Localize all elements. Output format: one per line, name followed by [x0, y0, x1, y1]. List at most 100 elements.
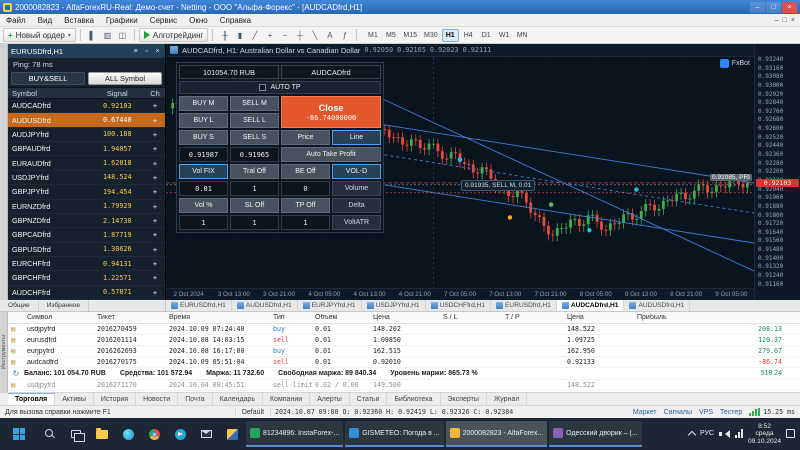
- market-row[interactable]: GBPCHFfrd 1.22571 +: [8, 271, 165, 286]
- auto-take-profit-button[interactable]: Auto Take Profit: [281, 147, 381, 162]
- symbol-column-header[interactable]: Symbol: [8, 89, 90, 98]
- position-row[interactable]: eurusdfrd 2016261114 2024.10.08 14:03:15 se…: [8, 335, 800, 346]
- add-symbol-button[interactable]: +: [145, 259, 165, 268]
- add-symbol-button[interactable]: +: [145, 101, 165, 110]
- metatrader-icon[interactable]: [220, 421, 244, 447]
- child-restore-button[interactable]: □: [783, 17, 787, 24]
- network-icon[interactable]: [734, 429, 743, 439]
- market-row[interactable]: EURCHFfrd 0.94131 +: [8, 257, 165, 272]
- bottom-tab-Библиотека[interactable]: Библиотека: [387, 393, 441, 405]
- timeframe-M1[interactable]: M1: [364, 29, 381, 42]
- be-input[interactable]: 0: [281, 181, 330, 196]
- menu-item-Файл[interactable]: Файл: [0, 16, 32, 25]
- navigator-tab-Избранное[interactable]: Избранное: [39, 300, 90, 311]
- chart-tab[interactable]: AUDCADfrd,H1: [556, 300, 625, 311]
- sell-s-button[interactable]: SELL S: [230, 130, 279, 145]
- profile-selector[interactable]: Default: [234, 408, 272, 416]
- timeframe-M5[interactable]: M5: [382, 29, 399, 42]
- bar-chart-icon[interactable]: ╫: [217, 28, 232, 42]
- sl-input[interactable]: 1: [230, 215, 279, 230]
- taskbar-chip[interactable]: 2000082823 - AlfaForex...: [445, 421, 548, 447]
- chart-tab[interactable]: EURUSDfrd,H1: [166, 300, 232, 311]
- timeframe-H4[interactable]: H4: [460, 29, 477, 42]
- bottom-tab-Новости[interactable]: Новости: [136, 393, 179, 405]
- menu-icon[interactable]: ≡: [131, 47, 140, 56]
- timeframe-D1[interactable]: D1: [478, 29, 495, 42]
- orders-column-Тип[interactable]: Тип: [270, 314, 312, 321]
- orders-column-Цена[interactable]: Цена: [370, 314, 440, 321]
- vol-pct-button[interactable]: Vol %: [179, 198, 228, 213]
- menu-item-Окно[interactable]: Окно: [183, 16, 214, 25]
- add-symbol-button[interactable]: +: [145, 202, 165, 211]
- line-chart-icon[interactable]: ╱: [247, 28, 262, 42]
- new-order-button[interactable]: Новый ордер ▾: [3, 28, 76, 42]
- sell-m-button[interactable]: SELL M: [230, 96, 279, 111]
- market-row[interactable]: AUDCHFfrd 0.57871 +: [8, 286, 165, 301]
- explorer-icon[interactable]: [90, 421, 114, 447]
- child-close-button[interactable]: ×: [791, 17, 795, 24]
- chart-tab[interactable]: USDCHFfrd,H1: [426, 300, 492, 311]
- clock[interactable]: 8:52 среда 09.10.2024: [748, 423, 781, 446]
- buy-m-button[interactable]: BUY M: [179, 96, 228, 111]
- chart-tab[interactable]: EURJPYfrd,H1: [298, 300, 362, 311]
- add-symbol-button[interactable]: +: [145, 288, 165, 297]
- volume-icon[interactable]: [718, 429, 730, 439]
- orders-column-T / P[interactable]: T / P: [502, 314, 564, 321]
- orders-column-Прибыль[interactable]: Прибыль: [634, 314, 800, 321]
- market-row[interactable]: GBPAUDfrd 1.94057 +: [8, 142, 165, 157]
- vol-fix-button[interactable]: Vol FIX: [179, 164, 228, 179]
- symbols-icon[interactable]: ◫: [115, 28, 130, 42]
- bottom-tab-История[interactable]: История: [94, 393, 137, 405]
- maximize-button[interactable]: □: [766, 1, 781, 13]
- bottom-tab-Активы[interactable]: Активы: [55, 393, 94, 405]
- telegram-icon[interactable]: [168, 421, 192, 447]
- vol-pct-input[interactable]: 1: [179, 215, 228, 230]
- position-row[interactable]: audcadfrd 2016270175 2024.10.09 05:51:04 se…: [8, 357, 800, 368]
- orders-column-S / L[interactable]: S / L: [440, 314, 502, 321]
- chart-tab[interactable]: AUDUSDfrd,H1: [232, 300, 298, 311]
- add-symbol-button[interactable]: +: [145, 130, 165, 139]
- add-symbol-button[interactable]: +: [145, 216, 165, 225]
- status-link-Сигналы[interactable]: Сигналы: [664, 409, 692, 416]
- market-row[interactable]: AUDUSDfrd 0.67440 +: [8, 113, 165, 128]
- close-icon[interactable]: ×: [153, 47, 162, 56]
- status-link-Тестер[interactable]: Тестер: [720, 409, 742, 416]
- taskbar-chip[interactable]: Одесский дворик – (...: [549, 421, 642, 447]
- bottom-tab-Торговля[interactable]: Торговля: [8, 393, 56, 405]
- close-button[interactable]: ×: [782, 1, 797, 13]
- status-link-VPS[interactable]: VPS: [699, 409, 713, 416]
- orders-column-Тикет[interactable]: Тикет: [94, 314, 166, 321]
- crosshair-icon[interactable]: ┼: [292, 28, 307, 42]
- sell-l-button[interactable]: SELL L: [230, 113, 279, 128]
- panel-symbol[interactable]: AUDCADfrd: [281, 65, 381, 79]
- timeframe-W1[interactable]: W1: [496, 29, 513, 42]
- bottom-tab-Статьи[interactable]: Статьи: [350, 393, 388, 405]
- auto-tp-toggle[interactable]: AUTO TP: [179, 81, 381, 94]
- tp-input[interactable]: 1: [281, 215, 330, 230]
- start-button[interactable]: [2, 418, 36, 450]
- menu-item-Сервис[interactable]: Сервис: [144, 16, 183, 25]
- orders-column-Время[interactable]: Время: [166, 314, 270, 321]
- child-minimize-button[interactable]: –: [775, 17, 779, 24]
- bottom-tab-Журнал[interactable]: Журнал: [487, 393, 528, 405]
- market-row[interactable]: EURNZDfrd 1.79929 +: [8, 200, 165, 214]
- signal-column-header[interactable]: Signal: [90, 89, 145, 98]
- add-symbol-button[interactable]: +: [145, 173, 165, 182]
- all-symbol-button[interactable]: ALL Symbol: [88, 72, 162, 85]
- status-link-Маркет[interactable]: Маркет: [633, 409, 657, 416]
- candlestick-chart-icon[interactable]: ▮: [232, 28, 247, 42]
- bottom-tab-Эксперты[interactable]: Эксперты: [441, 393, 487, 405]
- timeframe-M15[interactable]: M15: [400, 29, 420, 42]
- market-row[interactable]: EURAUDfrd 1.62818 +: [8, 156, 165, 171]
- chart-tab[interactable]: EURUSDfrd,H1: [491, 300, 557, 311]
- add-symbol-button[interactable]: +: [145, 144, 165, 153]
- market-row[interactable]: GBPUSDfrd 1.30626 +: [8, 243, 165, 257]
- taskbar-chip[interactable]: 81234896: InstaForex-...: [246, 421, 344, 447]
- vol-d-button[interactable]: VOL-D: [332, 164, 381, 179]
- add-symbol-button[interactable]: +: [145, 116, 165, 125]
- language-indicator[interactable]: РУС: [700, 430, 714, 437]
- market-row[interactable]: AUDJPYfrd 100.188 +: [8, 128, 165, 143]
- add-symbol-button[interactable]: +: [145, 245, 165, 254]
- buy-s-button[interactable]: BUY S: [179, 130, 228, 145]
- market-row[interactable]: USDJPYfrd 148.524 +: [8, 171, 165, 186]
